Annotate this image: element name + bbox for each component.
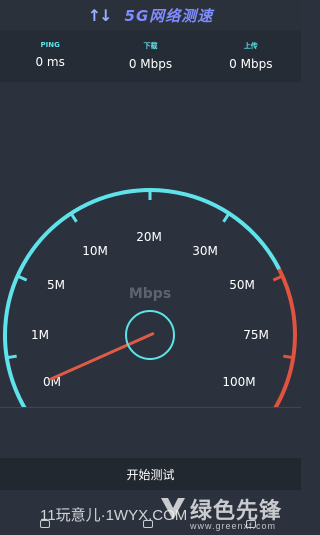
tick-label-30m: 30M — [192, 244, 218, 258]
upload-label: 上传 — [243, 42, 258, 50]
gauge-tick-3 — [69, 212, 78, 223]
gauge-tick-7 — [283, 354, 294, 360]
start-test-label: 开始测试 — [126, 467, 175, 482]
tick-label-100m: 100M — [222, 375, 255, 389]
tick-label-10m: 10M — [82, 244, 108, 258]
ping-stat: PING 0 ms — [0, 41, 100, 69]
gauge-tick-5 — [222, 212, 231, 223]
speed-gauge: 0M 1M 5M 10M 20M 30M 50M 75M 100M Mbps — [0, 82, 301, 412]
app-title: 5G网络测速 — [124, 6, 214, 25]
app-header: ↑↓ 5G网络测速 — [0, 0, 301, 30]
tick-label-5m: 5M — [47, 278, 65, 292]
watermark-left-text: 11玩意儿·1WYX.COM — [40, 507, 188, 524]
gauge-tick-1 — [6, 354, 17, 360]
download-label: 下载 — [143, 42, 158, 50]
download-stat: 下载 0 Mbps — [100, 41, 200, 71]
gauge-unit: Mbps — [129, 286, 171, 302]
speed-arrows-icon: ↑↓ — [87, 5, 113, 25]
tick-label-1m: 1M — [31, 328, 49, 342]
ping-value: 0 ms — [35, 55, 65, 69]
upload-stat: 上传 0 Mbps — [201, 41, 301, 71]
download-value: 0 Mbps — [128, 57, 173, 71]
watermark-url: www.greenxf.com — [190, 521, 277, 531]
gauge-svg: 0M 1M 5M 10M 20M 30M 50M 75M 100M Mbps — [3, 188, 297, 412]
tick-label-75m: 75M — [243, 328, 269, 342]
gauge-tick-2 — [16, 274, 28, 282]
tick-label-50m: 50M — [229, 278, 255, 292]
start-test-button[interactable]: 开始测试 — [0, 458, 301, 490]
upload-value: 0 Mbps — [229, 57, 273, 71]
stats-panel: PING 0 ms 下载 0 Mbps 上传 0 Mbps — [0, 30, 301, 82]
ping-label: PING — [40, 41, 60, 49]
tick-label-20m: 20M — [136, 230, 162, 244]
gauge-tick-6 — [272, 274, 284, 282]
